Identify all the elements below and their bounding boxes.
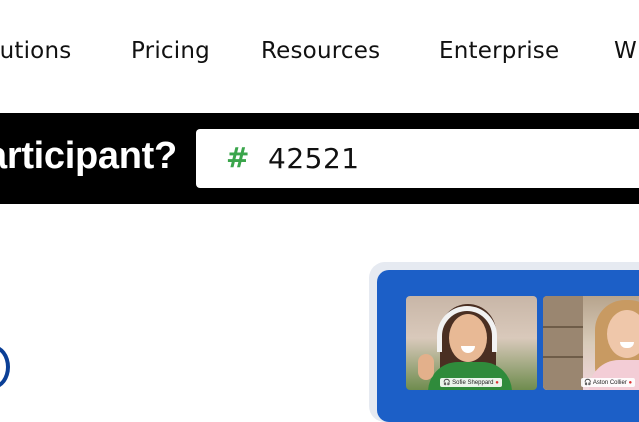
headphones-icon: 🎧 (443, 380, 451, 386)
participant-name: Sofie Sheppard (452, 380, 494, 386)
participant-name-tag: 🎧 Aston Collier ● (581, 378, 636, 387)
participant-name-tag: 🎧 Sofie Sheppard ● (440, 378, 502, 387)
join-participant-bar: articipant? # 42521 (0, 113, 639, 204)
preview-screen: 🎧 Sofie Sheppard ● 🎧 Aston Collier ● (377, 270, 639, 422)
meeting-code-input[interactable]: # 42521 (196, 129, 639, 188)
video-call-preview: 🎧 Sofie Sheppard ● 🎧 Aston Collier ● (369, 262, 639, 422)
nav-item-cutoff[interactable]: W (614, 38, 637, 64)
headphones-icon: 🎧 (584, 380, 592, 386)
top-navigation: lutions Pricing Resources Enterprise W (0, 0, 639, 110)
nav-item-solutions[interactable]: lutions (0, 38, 71, 64)
mic-icon: ● (495, 380, 499, 386)
participant-name: Aston Collier (592, 380, 627, 386)
hash-icon: # (226, 141, 250, 174)
participant-tile: 🎧 Sofie Sheppard ● (406, 296, 537, 390)
nav-item-enterprise[interactable]: Enterprise (439, 38, 559, 64)
join-prompt-label: articipant? (0, 135, 177, 177)
participant-tile: 🎧 Aston Collier ● (543, 296, 639, 390)
partial-circle-graphic (0, 345, 10, 389)
bookshelf-graphic (543, 296, 583, 390)
mic-icon: ● (628, 380, 633, 386)
meeting-code-value[interactable]: 42521 (268, 142, 360, 175)
nav-item-pricing[interactable]: Pricing (131, 38, 210, 64)
nav-item-resources[interactable]: Resources (261, 38, 380, 64)
